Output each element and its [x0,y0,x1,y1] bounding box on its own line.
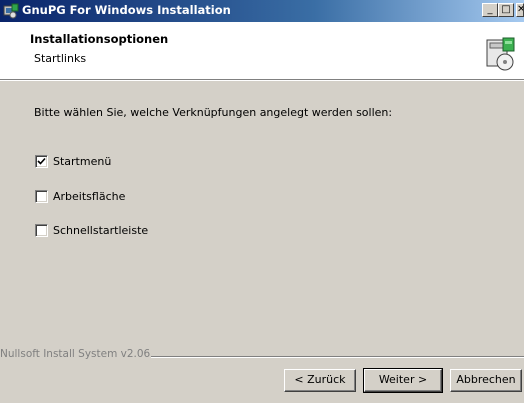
back-button[interactable]: < Zurück [284,369,356,392]
title-bar: GnuPG For Windows Installation _ □ ✕ [0,0,524,22]
maximize-icon: □ [501,4,511,15]
desktop-checkbox[interactable] [35,190,48,203]
minimize-icon: _ [487,4,493,15]
close-button[interactable]: ✕ [516,3,524,17]
install-cd-icon [484,36,518,72]
header-separator [0,79,524,81]
startmenu-label: Startmenü [53,155,112,168]
page-header: Installationsoptionen Startlinks [0,22,524,79]
window-title: GnuPG For Windows Installation [22,3,231,17]
startmenu-checkbox[interactable] [35,155,48,168]
installer-icon [3,3,19,19]
next-button[interactable]: Weiter > [363,368,443,393]
checkmark-icon [37,157,46,165]
installer-branding: Nullsoft Install System v2.06 [0,348,151,360]
minimize-button[interactable]: _ [482,3,498,17]
close-icon: ✕ [517,4,523,15]
page-subtitle: Startlinks [34,52,87,65]
desktop-label: Arbeitsfläche [53,190,126,203]
cancel-button[interactable]: Abbrechen [450,369,522,392]
quicklaunch-checkbox[interactable] [35,224,48,237]
quicklaunch-label: Schnellstartleiste [53,224,149,237]
footer-separator [151,356,524,358]
maximize-button[interactable]: □ [498,3,514,17]
page-title: Installationsoptionen [30,32,169,46]
instruction-text: Bitte wählen Sie, welche Verknüpfungen a… [34,106,393,119]
